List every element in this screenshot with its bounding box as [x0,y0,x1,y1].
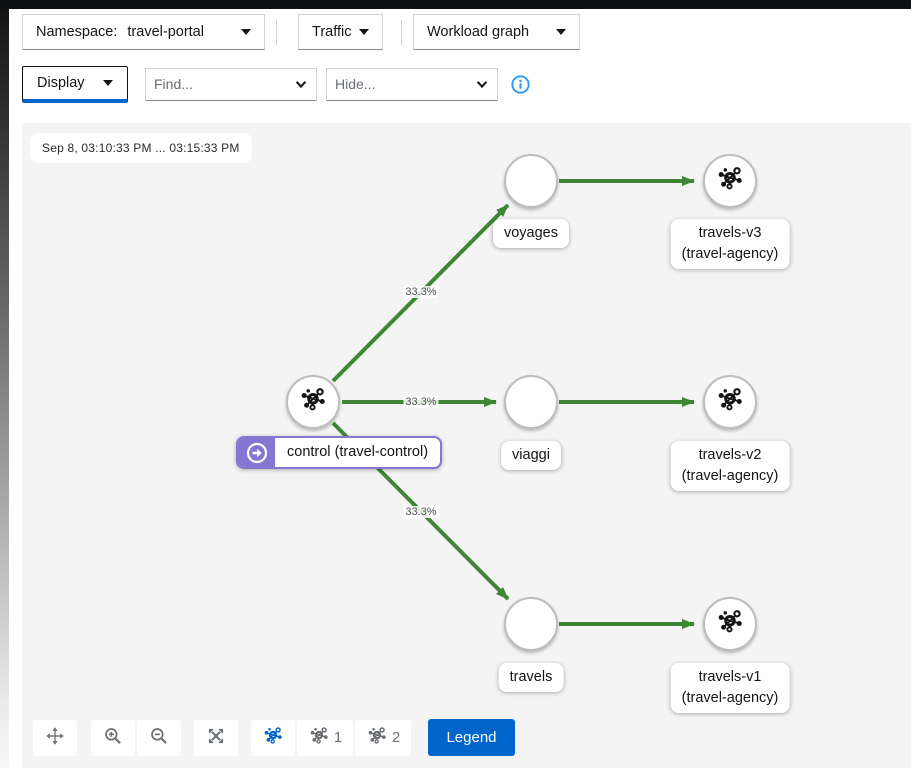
hide-input[interactable] [327,70,469,99]
mesh-icon [262,725,284,751]
node-travels-v1[interactable] [703,597,757,651]
find-input[interactable] [146,70,288,99]
zoom-out-button[interactable] [137,720,181,756]
mesh-icon [308,725,330,751]
layout-2-number: 2 [392,729,400,746]
fit-to-screen-button[interactable] [194,720,238,756]
edge-label: 33.3% [403,506,438,518]
left-edge-shadow [0,9,9,768]
graph-toolbar-secondary: Display [22,66,530,102]
hide-combobox [326,68,498,101]
node-label-travels-v3[interactable]: travels-v3 (travel-agency) [671,219,790,269]
traffic-select[interactable]: Traffic [298,14,383,50]
display-label: Display [37,75,85,91]
node-travels-v2[interactable] [703,375,757,429]
chevron-down-icon[interactable] [469,69,495,100]
mesh-icon [715,607,745,642]
caret-down-icon [359,29,369,35]
graph-layout-2-button[interactable]: 2 [355,720,411,756]
node-label-viaggi[interactable]: viaggi [501,441,561,470]
node-travels-v3[interactable] [703,154,757,208]
edge-label: 33.3% [403,286,438,298]
node-label-voyages[interactable]: voyages [493,219,569,248]
node-label-control[interactable]: control (travel-control) [236,436,442,469]
zoom-in-button[interactable] [91,720,135,756]
mesh-icon [715,385,745,420]
namespace-select[interactable]: Namespace: travel-portal [22,14,265,50]
layout-1-number: 1 [334,729,342,746]
zoom-out-icon [149,726,169,750]
pan-button[interactable] [33,720,77,756]
display-dropdown-button[interactable]: Display [22,66,128,103]
mesh-icon [298,385,328,420]
expand-arrows-icon [206,726,226,750]
chevron-down-icon[interactable] [288,69,314,100]
mesh-icon [715,164,745,199]
node-voyages[interactable] [504,154,558,208]
caret-down-icon [103,80,113,86]
graph-layout-1-button[interactable]: 1 [297,720,353,756]
caret-down-icon [556,29,566,35]
caret-down-icon [241,29,251,35]
node-viaggi[interactable] [504,375,558,429]
edge-label: 33.3% [403,396,438,408]
traffic-label: Traffic [312,24,351,40]
node-label-text: viaggi [512,447,550,463]
node-label-text: control (travel-control) [275,438,440,467]
node-label-text: travels-v3 [699,225,762,241]
mesh-icon [366,725,388,751]
node-sublabel-text: (travel-agency) [682,688,779,709]
traffic-graph-canvas[interactable]: Sep 8, 03:10:33 PM ... 03:15:33 PM 33.3%… [22,123,911,768]
move-icon [45,726,65,750]
namespace-value: travel-portal [127,24,204,40]
legend-button[interactable]: Legend [428,719,515,756]
graph-type-select[interactable]: Workload graph [413,14,580,50]
toolbar-divider [276,20,277,45]
graph-type-label: Workload graph [427,24,529,40]
node-control[interactable] [286,375,340,429]
node-label-line2: (travel-control) [335,444,428,460]
graph-layout-default-button[interactable] [251,720,295,756]
node-label-travels[interactable]: travels [499,663,564,692]
node-label-text: travels-v2 [699,447,762,463]
node-label-text: travels-v1 [699,669,762,685]
find-combobox [145,68,317,101]
node-sublabel-text: (travel-agency) [682,244,779,265]
graph-footer-toolbar: 1 2 Legend [33,719,515,756]
info-icon[interactable] [511,75,530,94]
graph-toolbar-primary: Namespace: travel-portal Traffic Workloa… [22,14,580,50]
toolbar-divider [401,20,402,45]
app-top-bar [0,0,911,9]
zoom-in-icon [103,726,123,750]
graph-time-range: Sep 8, 03:10:33 PM ... 03:15:33 PM [30,133,252,163]
node-label-travels-v2[interactable]: travels-v2 (travel-agency) [671,441,790,491]
node-label-text: voyages [504,225,558,241]
root-arrow-icon [238,438,275,467]
node-label-travels-v1[interactable]: travels-v1 (travel-agency) [671,663,790,713]
node-travels[interactable] [504,597,558,651]
namespace-label: Namespace: [36,24,117,40]
node-sublabel-text: (travel-agency) [682,466,779,487]
node-label-text: travels [510,669,553,685]
node-label-line1: control [287,444,331,460]
